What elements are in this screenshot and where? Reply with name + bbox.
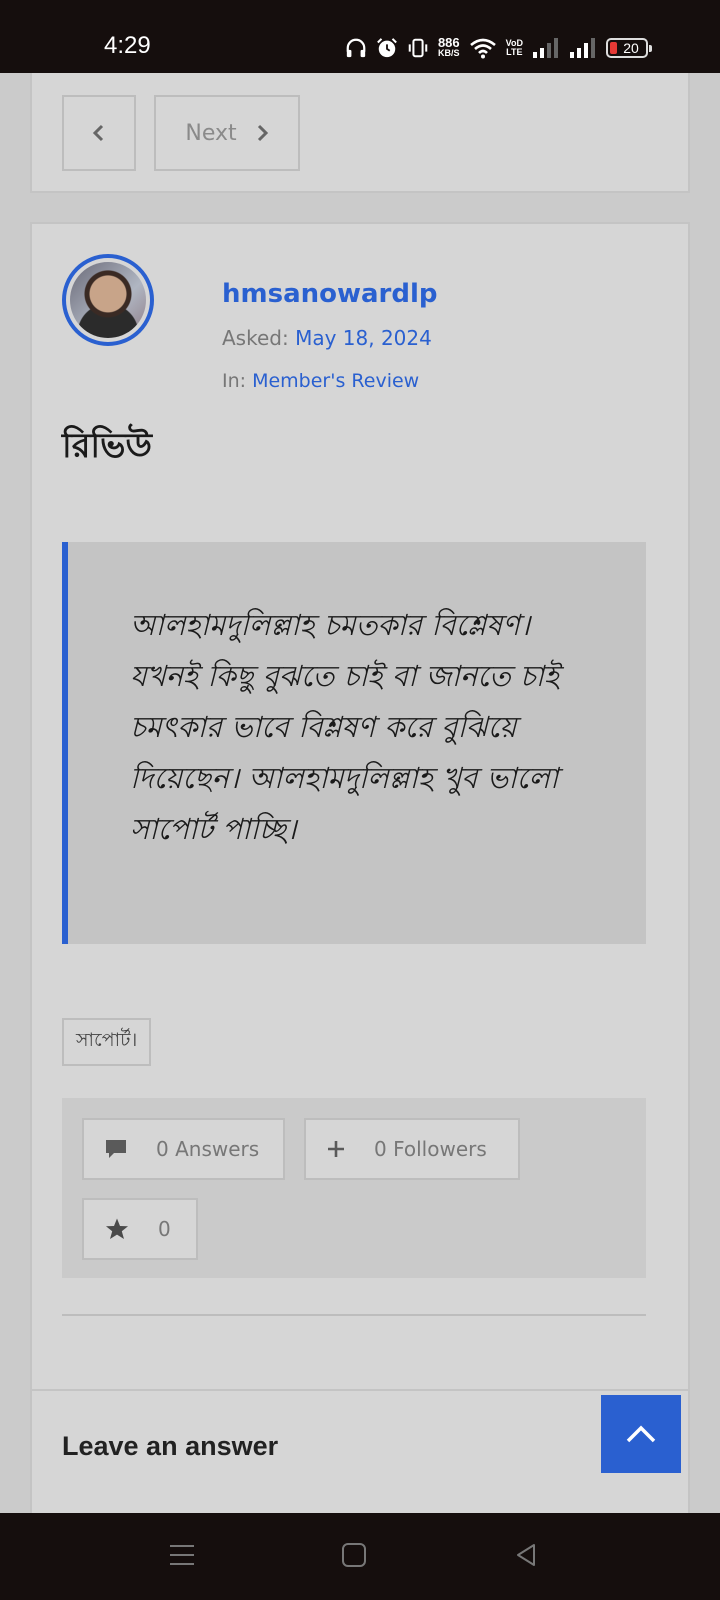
answers-label: Answers: [175, 1137, 260, 1161]
battery-level: 20: [623, 40, 639, 56]
asked-label: Asked:: [222, 326, 289, 350]
system-nav-bar: [0, 1513, 720, 1600]
signal-1-icon: [533, 38, 558, 58]
chevron-up-icon: [626, 1425, 656, 1443]
status-time: 4:29: [104, 32, 151, 59]
home-button[interactable]: [340, 1541, 368, 1569]
battery-fill: [610, 42, 617, 54]
chevron-left-icon: [92, 124, 104, 142]
category-link[interactable]: Member's Review: [252, 370, 419, 392]
back-button[interactable]: [512, 1541, 540, 1569]
question-body-text: আলহামদুলিল্লাহ চমতকার বিশ্লেষণ। যখনই কিছ…: [130, 608, 560, 846]
in-label: In:: [222, 370, 247, 392]
headphones-icon: [346, 38, 366, 58]
answers-count: 0: [156, 1137, 169, 1161]
prev-question-button[interactable]: [62, 95, 136, 171]
chevron-right-icon: [257, 124, 268, 142]
plus-icon: [326, 1139, 346, 1159]
volte-indicator: VoD LTE: [506, 39, 523, 57]
favorites-count: 0: [158, 1217, 171, 1241]
battery-indicator: 20: [606, 38, 652, 58]
question-title: রিভিউ: [62, 426, 152, 466]
volte-bottom: LTE: [506, 47, 523, 57]
next-label: Next: [185, 120, 237, 146]
back-triangle-icon: [517, 1544, 535, 1566]
leave-answer-heading: Leave an answer: [62, 1431, 279, 1461]
recent-apps-button[interactable]: [168, 1541, 196, 1569]
network-speed: 886 KB/S: [437, 35, 460, 59]
status-bar: 4:29 886 KB/S VoD LTE 20: [0, 0, 720, 73]
menu-icon: [170, 1545, 194, 1565]
next-question-button[interactable]: Next: [154, 95, 300, 171]
asked-date[interactable]: May 18, 2024: [295, 326, 432, 350]
answer-section: Leave an answer: [32, 1389, 688, 1529]
pager-card: Next: [30, 73, 690, 193]
question-card: hmsanowardlp Asked: May 18, 2024 In: Mem…: [30, 222, 690, 1522]
home-square-icon: [342, 1543, 366, 1567]
asked-meta: Asked: May 18, 2024: [222, 326, 432, 350]
divider: [62, 1314, 646, 1316]
followers-label: Followers: [393, 1137, 487, 1161]
question-tag[interactable]: সাপোর্ট।: [62, 1018, 152, 1066]
scroll-to-top-button[interactable]: [601, 1395, 681, 1473]
followers-count: 0: [374, 1137, 387, 1161]
network-speed-value: 886: [437, 35, 460, 50]
avatar[interactable]: [62, 254, 154, 346]
avatar-image: [70, 262, 146, 338]
status-icons: 886 KB/S VoD LTE 20: [345, 34, 652, 62]
question-stats: 0 Answers 0 Followers 0: [62, 1098, 646, 1278]
favorite-button[interactable]: 0: [82, 1198, 198, 1260]
signal-2-icon: [570, 38, 595, 58]
question-body-quote: আলহামদুলিল্লাহ চমতকার বিশ্লেষণ। যখনই কিছ…: [62, 542, 646, 944]
network-speed-unit: KB/S: [438, 48, 460, 58]
followers-button[interactable]: 0 Followers: [304, 1118, 520, 1180]
wifi-icon: [469, 38, 496, 59]
answers-button[interactable]: 0 Answers: [82, 1118, 285, 1180]
star-icon: [104, 1217, 130, 1241]
author-name[interactable]: hmsanowardlp: [222, 279, 438, 309]
category-meta: In: Member's Review: [222, 370, 419, 392]
vibrate-icon: [408, 38, 428, 58]
alarm-icon: [377, 38, 397, 58]
comment-icon: [104, 1138, 128, 1160]
